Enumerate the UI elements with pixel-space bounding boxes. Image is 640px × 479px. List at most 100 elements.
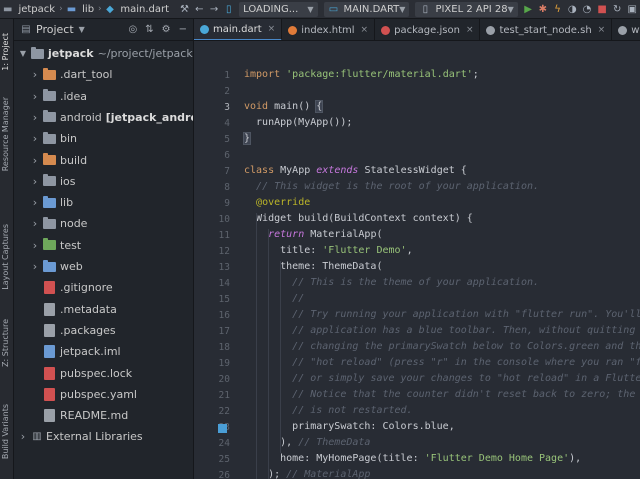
editor-tab[interactable]: index.html × — [282, 19, 376, 40]
editor-tab[interactable]: www× — [612, 19, 640, 40]
project-tool-tab[interactable]: 1: Project — [1, 33, 10, 71]
sort-icon[interactable]: ⇅ — [145, 24, 153, 35]
coverage-icon[interactable]: ◑ — [568, 3, 577, 15]
code-line[interactable]: // changing the primarySwatch below to C… — [244, 341, 640, 352]
code-line[interactable]: // is not restarted. — [244, 405, 412, 416]
color-swatch-icon[interactable] — [218, 424, 227, 433]
tree-item[interactable]: › lib — [30, 192, 73, 213]
chevron-right-icon[interactable]: › — [30, 217, 40, 230]
editor-tab[interactable]: main.dart × — [194, 19, 283, 40]
code-line[interactable]: Widget build(BuildContext context) { — [244, 213, 473, 224]
locate-icon[interactable]: ◎ — [129, 24, 138, 35]
chevron-right-icon[interactable]: › — [30, 260, 40, 273]
code-line[interactable]: primarySwatch: Colors.blue, — [244, 421, 455, 432]
code-line[interactable]: // application has a blue toolbar. Then,… — [244, 325, 640, 336]
hot-reload-icon[interactable]: ϟ — [553, 3, 562, 15]
hammer-icon[interactable]: ⚒ — [180, 3, 189, 15]
chevron-right-icon[interactable]: › — [30, 154, 40, 167]
chevron-down-icon[interactable]: ▼ — [79, 25, 85, 34]
code-line[interactable]: home: MyHomePage(title: 'Flutter Demo Ho… — [244, 453, 581, 464]
run-config-selector[interactable]: ▭ MAIN.DART ▼ — [323, 1, 410, 17]
tree-root[interactable]: ▼ jetpack ~/project/jetpack — [18, 43, 193, 64]
code-line[interactable]: void main() { — [244, 100, 324, 113]
project-view-selector[interactable]: Project — [36, 23, 74, 36]
code-line[interactable]: title: 'Flutter Demo', — [244, 245, 413, 256]
sync-icon[interactable]: ↻ — [613, 3, 622, 15]
chevron-right-icon[interactable]: › — [30, 68, 40, 81]
code-line[interactable]: ), // ThemeData — [244, 437, 370, 448]
close-icon[interactable]: × — [268, 24, 276, 34]
code-line[interactable]: import 'package:flutter/material.dart'; — [244, 69, 479, 80]
code-line[interactable]: // — [244, 293, 304, 304]
device-selector[interactable]: LOADING... ▼ — [239, 1, 318, 17]
tree-item[interactable]: › web — [30, 256, 83, 277]
tree-item[interactable]: .gitignore — [40, 277, 113, 298]
close-icon[interactable]: × — [598, 25, 606, 35]
code-line[interactable]: ); // MaterialApp — [244, 469, 370, 479]
tree-item[interactable]: › build — [30, 150, 87, 171]
code-line[interactable]: } — [242, 132, 252, 145]
chevron-right-icon[interactable]: › — [30, 175, 40, 188]
tree-item[interactable]: .metadata — [40, 299, 117, 320]
tree-item[interactable]: › test — [30, 235, 81, 256]
breadcrumb-lib[interactable]: lib — [79, 0, 97, 18]
resource-manager-tool-tab[interactable]: Resource Manager — [1, 97, 10, 171]
code-line[interactable]: // or simply save your changes to "hot r… — [244, 373, 640, 384]
code-line[interactable]: runApp(MyApp()); — [244, 117, 352, 128]
code-line[interactable]: // This is the theme of your application… — [244, 277, 539, 288]
code-line[interactable]: // This widget is the root of your appli… — [244, 181, 539, 192]
avd-manager-icon[interactable]: ▣ — [628, 3, 637, 15]
tree-external-libraries[interactable]: › ▥ External Libraries — [18, 426, 143, 447]
profile-icon[interactable]: ◔ — [583, 3, 592, 15]
editor-tab[interactable]: test_start_node.sh × — [480, 19, 613, 40]
line-number: 18 — [218, 342, 230, 353]
line-number-gutter[interactable]: 1234567891011121314151617181920212223242… — [194, 41, 238, 479]
chevron-right-icon[interactable]: › — [30, 132, 40, 145]
tree-item[interactable]: jetpack.iml — [40, 341, 121, 362]
code-editor[interactable]: 1234567891011121314151617181920212223242… — [194, 41, 640, 479]
tree-item[interactable]: pubspec.lock — [40, 363, 132, 384]
code-line[interactable]: theme: ThemeData( — [244, 261, 382, 272]
tree-item[interactable]: › .idea — [30, 86, 87, 107]
chevron-down-icon[interactable]: ▼ — [18, 49, 28, 58]
run-icon[interactable]: ▶ — [524, 3, 533, 15]
close-icon[interactable]: × — [361, 25, 369, 35]
chevron-right-icon[interactable]: › — [30, 90, 40, 103]
code-line[interactable]: // "hot reload" (press "r" in the consol… — [244, 357, 640, 368]
debug-icon[interactable]: ✱ — [538, 3, 547, 15]
minimize-icon[interactable]: − — [179, 24, 187, 35]
structure-tool-tab[interactable]: Z: Structure — [1, 319, 10, 367]
code-line[interactable]: class MyApp extends StatelessWidget { — [244, 165, 467, 176]
code-area[interactable]: import 'package:flutter/material.dart'; v… — [242, 41, 640, 479]
chevron-right-icon[interactable]: › — [30, 196, 40, 209]
breadcrumb-project[interactable]: jetpack — [15, 0, 58, 18]
code-line[interactable]: return MaterialApp( — [244, 229, 382, 240]
code-line[interactable]: @override — [244, 197, 310, 208]
forward-arrow-icon[interactable]: → — [210, 3, 219, 15]
breadcrumb-file[interactable]: main.dart — [117, 0, 172, 18]
build-variants-tool-tab[interactable]: Build Variants — [1, 404, 10, 459]
chevron-down-icon: ▼ — [507, 4, 514, 14]
back-arrow-icon[interactable]: ← — [195, 3, 204, 15]
chevron-right-icon[interactable]: › — [18, 430, 28, 443]
chevron-right-icon[interactable]: › — [30, 239, 40, 252]
stop-icon[interactable]: ■ — [597, 3, 606, 15]
gear-icon[interactable]: ⚙ — [162, 24, 171, 35]
close-icon[interactable]: × — [466, 25, 474, 35]
code-line[interactable]: // Try running your application with "fl… — [244, 309, 640, 320]
tree-item[interactable]: pubspec.yaml — [40, 384, 137, 405]
code-line[interactable]: // Notice that the counter didn't reset … — [244, 389, 640, 400]
layout-captures-tool-tab[interactable]: Layout Captures — [1, 224, 10, 290]
tree-item[interactable]: › android[jetpack_android] — [30, 107, 193, 128]
tree-item-label: pubspec.lock — [60, 366, 133, 380]
editor-tab[interactable]: package.json × — [375, 19, 481, 40]
chevron-right-icon[interactable]: › — [30, 111, 40, 124]
tree-item[interactable]: README.md — [40, 405, 128, 426]
tree-item[interactable]: › bin — [30, 128, 77, 149]
tree-item[interactable]: › node — [30, 213, 87, 234]
tree-item[interactable]: › ios — [30, 171, 76, 192]
tree-item[interactable]: .packages — [40, 320, 116, 341]
line-number: 3 — [224, 102, 230, 113]
emulator-selector[interactable]: ▯ PIXEL 2 API 28 ▼ — [415, 1, 518, 17]
tree-item[interactable]: › .dart_tool — [30, 64, 112, 85]
